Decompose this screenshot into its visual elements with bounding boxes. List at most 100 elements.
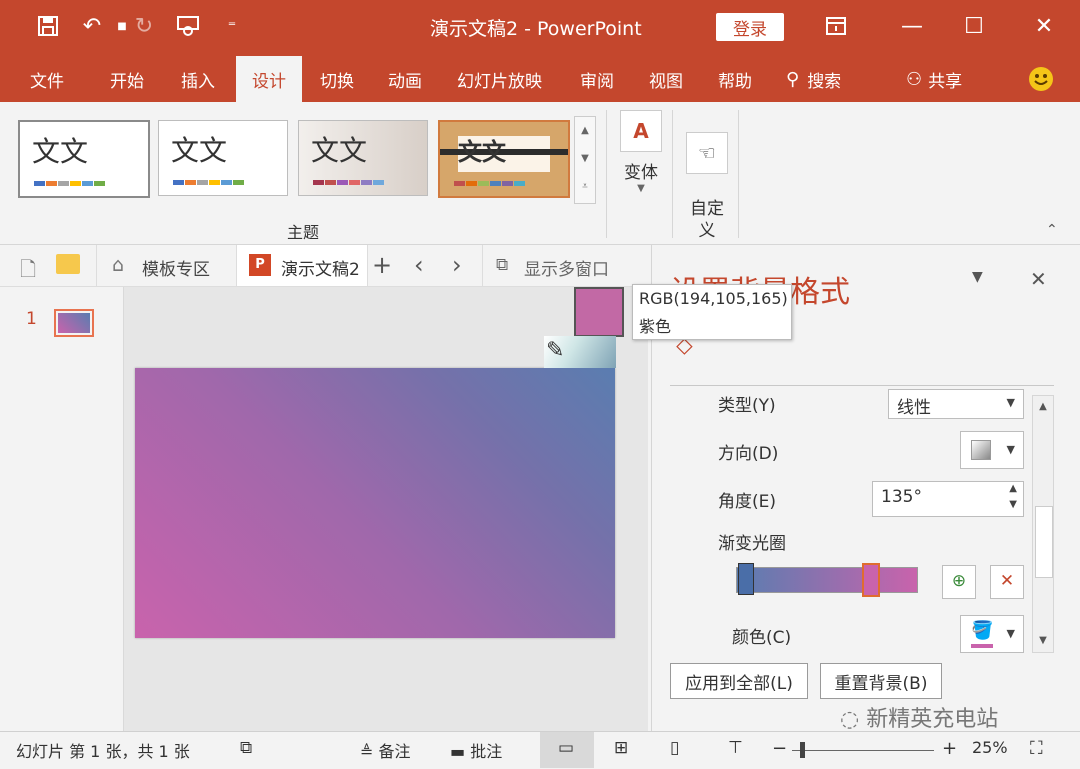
menu-bar: 文件 开始 插入 设计 切换 动画 幻灯片放映 审阅 视图 帮助 ⚲ 搜索 ⚇ … (0, 56, 1080, 102)
comments-button[interactable]: ▬ 批注 (450, 738, 502, 762)
slide-canvas[interactable] (135, 368, 615, 638)
gradient-type-value: 线性 (897, 398, 931, 418)
gallery-more-icon[interactable]: ⩡ (575, 173, 595, 201)
add-stop-icon: ⊕ (951, 571, 967, 591)
current-color-swatch (971, 644, 993, 648)
direction-preview-icon (971, 440, 991, 460)
smiley-feedback-icon[interactable] (1028, 56, 1054, 102)
direction-select[interactable]: ▼ (960, 431, 1024, 469)
multi-window-button[interactable]: 显示多窗口 (524, 255, 609, 280)
themes-group-label: 主题 (287, 223, 320, 242)
zoom-out-icon[interactable]: − (772, 738, 787, 759)
customize-button[interactable]: ☜ 自定 义 (680, 110, 734, 264)
watermark: ◌ 新精英充电站 (840, 701, 998, 733)
variants-dropdown-icon: ▼ (637, 183, 645, 194)
theme-color-bars (34, 181, 105, 186)
maximize-icon[interactable]: ☐ (960, 12, 988, 40)
zoom-slider-thumb[interactable] (800, 742, 805, 758)
accessibility-icon[interactable]: ⧉ (240, 738, 252, 758)
menu-help[interactable]: 帮助 (718, 56, 752, 102)
menu-slideshow[interactable]: 幻灯片放映 (457, 56, 542, 102)
gallery-up-icon[interactable]: ▲ (575, 117, 595, 145)
minimize-icon[interactable]: — (898, 12, 926, 40)
reset-background-button[interactable]: 重置背景(B) (820, 663, 942, 699)
zoom-slider-track[interactable] (792, 750, 934, 751)
theme-color-bars (454, 181, 525, 186)
variants-button[interactable]: A 变体 ▼ (614, 110, 668, 194)
menu-insert[interactable]: 插入 (181, 56, 215, 102)
home-icon[interactable]: ⌂ (112, 254, 124, 276)
theme-thumbnail-3[interactable]: 文文 (298, 120, 428, 196)
scroll-up-icon[interactable]: ▲ (1033, 396, 1053, 418)
slide-thumbnail[interactable] (54, 309, 94, 337)
undo-icon[interactable]: ↶ (78, 12, 106, 40)
gradient-stops-bar[interactable] (736, 567, 918, 593)
slide-count: 幻灯片 第 1 张，共 1 张 (16, 742, 190, 761)
scroll-thumb[interactable] (1035, 506, 1053, 578)
new-file-icon[interactable]: 🗋 (20, 255, 36, 289)
normal-view-button[interactable]: ▭ (540, 732, 594, 768)
spin-down-icon[interactable]: ▼ (1009, 499, 1017, 510)
angle-spinner[interactable]: 135° ▲ ▼ (872, 481, 1024, 517)
menu-design[interactable]: 设计 (236, 56, 302, 102)
tab-next-icon[interactable]: › (452, 251, 462, 279)
menu-review[interactable]: 审阅 (580, 56, 614, 102)
add-stop-button[interactable]: ⊕ (942, 565, 976, 599)
save-icon[interactable] (34, 12, 62, 40)
multi-window-icon[interactable]: ⧉ (496, 255, 508, 275)
menu-home[interactable]: 开始 (110, 56, 144, 102)
theme-sample-text: 文文 (32, 135, 89, 168)
tab-document[interactable]: P 演示文稿2 (236, 245, 368, 286)
menu-view[interactable]: 视图 (649, 56, 683, 102)
gradient-stops-label: 渐变光圈 (718, 534, 786, 554)
pane-close-icon[interactable]: ✕ (1030, 267, 1047, 291)
gradient-type-select[interactable]: 线性 ▼ (888, 389, 1024, 419)
color-picker-button[interactable]: 🪣 ▼ (960, 615, 1024, 653)
gradient-stop-2[interactable] (862, 563, 880, 597)
ribbon-display-icon[interactable] (822, 12, 850, 40)
remove-stop-button[interactable]: ✕ (990, 565, 1024, 599)
zoom-in-icon[interactable]: + (942, 738, 957, 759)
spin-up-icon[interactable]: ▲ (1009, 483, 1017, 494)
tab-prev-icon[interactable]: ‹ (414, 251, 424, 279)
zoom-level[interactable]: 25% (972, 738, 1008, 757)
watermark-text: 新精英充电站 (866, 707, 999, 732)
redo-icon[interactable]: ↻ (130, 12, 158, 40)
paint-bucket-icon: 🪣 (971, 620, 994, 641)
theme-thumbnail-4[interactable]: 文文 (438, 120, 570, 198)
customize-dropdown-icon[interactable]: ⁼ (218, 12, 246, 40)
pane-scrollbar[interactable]: ▲ ▼ (1032, 395, 1054, 653)
login-button[interactable]: 登录 (716, 13, 784, 41)
add-tab-icon[interactable]: + (372, 251, 392, 279)
collapse-ribbon-icon[interactable]: ⌃ (1046, 222, 1058, 238)
presenter-icon[interactable] (174, 12, 202, 40)
slideshow-icon[interactable]: ⊤ (728, 738, 743, 758)
menu-file[interactable]: 文件 (30, 56, 64, 102)
variants-label: 变体 (624, 163, 658, 183)
gradient-stop-1[interactable] (738, 563, 754, 595)
fit-to-window-icon[interactable]: ⛶ (1030, 738, 1043, 759)
notes-button[interactable]: ≜ 备注 (360, 738, 411, 762)
menu-transitions[interactable]: 切换 (320, 56, 354, 102)
search-label: 搜索 (807, 71, 842, 92)
scroll-down-icon[interactable]: ▼ (1033, 630, 1053, 652)
theme-thumbnail-office[interactable]: 文文 (18, 120, 150, 198)
apply-to-all-button[interactable]: 应用到全部(L) (670, 663, 808, 699)
pane-options-icon[interactable]: ▼ (972, 269, 983, 285)
eyedropper-icon: ✎ (546, 338, 565, 363)
reading-view-icon[interactable]: ▯ (670, 738, 679, 758)
share-button[interactable]: ⚇ 共享 (906, 56, 962, 102)
notes-icon: ≜ (360, 742, 374, 761)
open-folder-icon[interactable] (56, 254, 80, 274)
slide-sorter-icon[interactable]: ⊞ (614, 738, 628, 758)
menu-animations[interactable]: 动画 (388, 56, 422, 102)
theme-thumbnail-2[interactable]: 文文 (158, 120, 288, 196)
chevron-down-icon: ▼ (1006, 443, 1015, 456)
tab-templates[interactable]: 模板专区 (142, 255, 210, 280)
gradient-type-label: 类型(Y) (718, 396, 776, 416)
gallery-down-icon[interactable]: ▼ (575, 145, 595, 173)
search-button[interactable]: ⚲ 搜索 (786, 56, 841, 102)
close-icon[interactable]: ✕ (1030, 12, 1058, 40)
ribbon-divider (738, 110, 739, 238)
theme-gallery-scroller[interactable]: ▲ ▼ ⩡ (574, 116, 596, 204)
